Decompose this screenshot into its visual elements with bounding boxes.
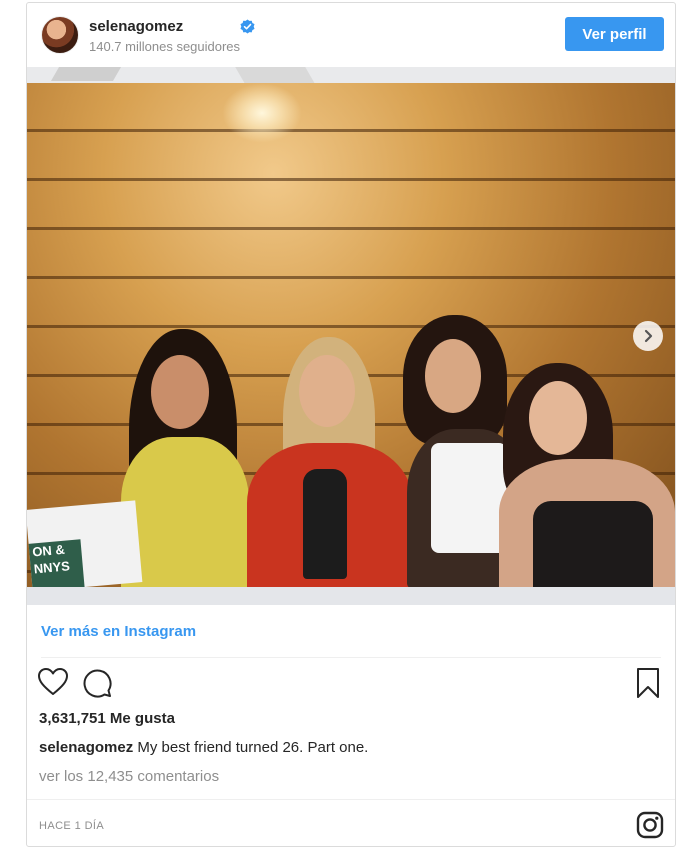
view-more-on-instagram-link[interactable]: Ver más en Instagram — [41, 623, 196, 640]
caption-username[interactable]: selenagomez — [39, 739, 133, 756]
polaroid-border-top — [27, 67, 675, 83]
verified-badge-icon — [240, 19, 255, 34]
username[interactable]: selenagomez — [89, 18, 183, 35]
comment-icon[interactable] — [81, 667, 113, 702]
follower-count: 140.7 millones seguidores — [89, 39, 241, 54]
post-header: selenagomez 140.7 millones seguidores Ve… — [27, 3, 675, 67]
heart-icon[interactable] — [37, 667, 69, 700]
bookmark-icon[interactable] — [635, 667, 661, 702]
divider — [41, 657, 661, 658]
black-top — [533, 501, 653, 593]
instagram-logo-icon[interactable] — [636, 811, 664, 839]
avatar[interactable] — [41, 16, 79, 54]
shirt-graphic — [303, 469, 347, 579]
divider — [27, 799, 675, 800]
person-black-top — [489, 363, 675, 593]
bag-print: ON & NNYS — [28, 539, 85, 592]
polaroid-border-bottom — [27, 587, 675, 605]
post-caption: selenagomez My best friend turned 26. Pa… — [39, 739, 368, 756]
post-timestamp[interactable]: HACE 1 DÍA — [39, 820, 104, 832]
shopping-bag: ON & NNYS — [27, 500, 143, 592]
like-count[interactable]: 3,631,751 Me gusta — [39, 710, 175, 727]
instagram-embed-card: selenagomez 140.7 millones seguidores Ve… — [26, 2, 676, 847]
post-photo[interactable]: ON & NNYS — [27, 67, 675, 605]
caption-text: My best friend turned 26. Part one. — [137, 739, 369, 756]
view-profile-button[interactable]: Ver perfil — [565, 17, 664, 51]
next-arrow-icon[interactable] — [633, 321, 663, 351]
person-red-shirt — [245, 337, 415, 593]
action-bar — [27, 665, 675, 701]
lamp-glow — [222, 83, 302, 143]
view-comments-link[interactable]: ver los 12,435 comentarios — [39, 768, 219, 785]
photo-clip — [50, 67, 122, 81]
